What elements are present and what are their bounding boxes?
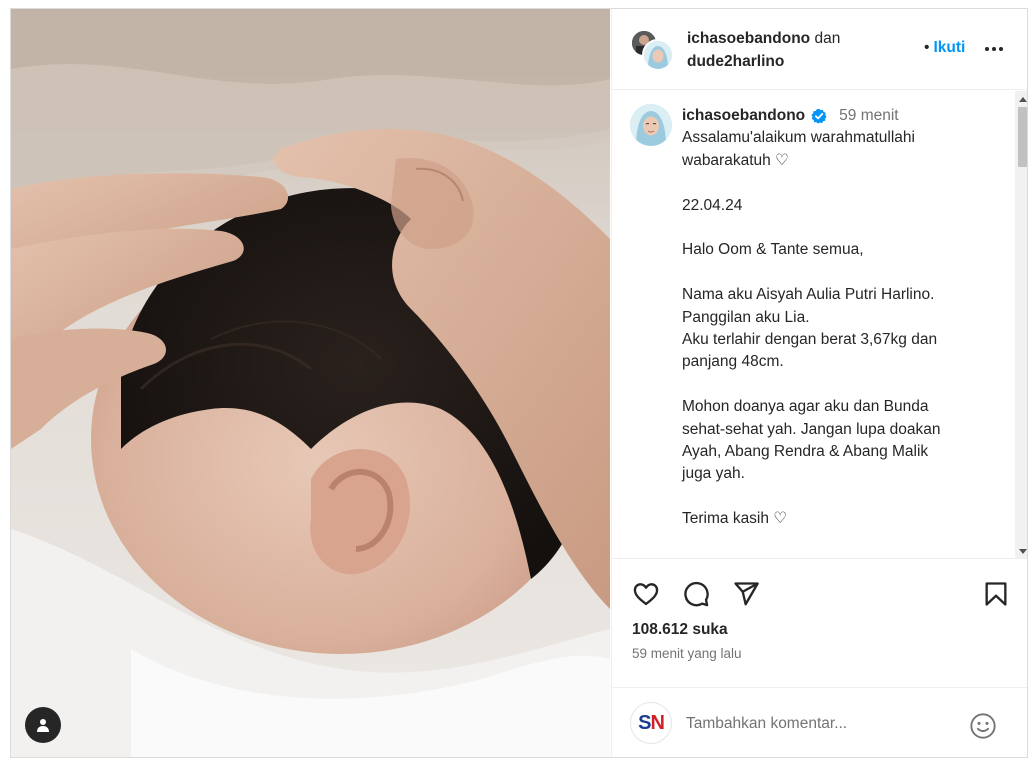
caption-line	[682, 262, 1002, 284]
user-tag-icon	[37, 719, 49, 732]
comment-bubble-icon	[684, 581, 709, 607]
commenter-avatar-logo[interactable]: SN	[630, 702, 672, 744]
follow-label: Ikuti	[933, 39, 966, 56]
caption-line: Aku terlahir dengan berat 3,67kg dan	[682, 331, 938, 349]
likes-count[interactable]: 108.612 suka	[632, 621, 728, 639]
post-side-panel: ichasoebandono dan dude2harlino •Ikuti	[611, 9, 1027, 757]
header-user1[interactable]: ichasoebandono	[687, 30, 810, 47]
caption-line: wabarakatuh ♡	[682, 151, 789, 169]
scroll-down-arrow-icon[interactable]	[1015, 544, 1027, 558]
caption-text: Assalamu'alaikum warahmatullahi wabarakat…	[682, 127, 1002, 530]
post-header: ichasoebandono dan dude2harlino • Ikuti	[612, 9, 1027, 90]
caption-line: Terima kasih ♡	[682, 510, 788, 528]
posted-time[interactable]: 59 menit yang lalu	[632, 646, 742, 661]
scroll-up-arrow-icon[interactable]	[1015, 91, 1027, 106]
header-usernames: ichasoebandono dan dude2harlino	[687, 27, 840, 73]
like-button[interactable]	[630, 578, 662, 610]
post-image[interactable]	[11, 9, 610, 757]
logo-letter-n: N	[650, 711, 664, 734]
collab-avatars[interactable]	[630, 29, 674, 71]
caption-line: Nama aku Aisyah Aulia Putri Harlino.	[682, 286, 935, 304]
post-photo-illustration	[11, 9, 610, 757]
caption-line: Panggilan aku Lia.	[682, 308, 810, 326]
caption-header: ichasoebandono 59 menit	[682, 105, 1002, 127]
caption-line: juga yah.	[682, 465, 745, 483]
follow-button[interactable]: • Ikuti	[924, 39, 965, 57]
caption-time[interactable]: 59 menit	[839, 105, 898, 127]
header-conjunction: dan	[814, 30, 841, 47]
comment-bar: SN	[612, 687, 1027, 757]
caption-line	[682, 374, 1002, 396]
caption-username[interactable]: ichasoebandono	[682, 105, 805, 127]
scrollbar-thumb[interactable]	[1018, 107, 1027, 167]
action-bar	[612, 560, 1027, 620]
caption-line: Halo Oom & Tante semua,	[682, 241, 864, 259]
caption-line: 22.04.24	[682, 196, 743, 214]
caption-line: Assalamu'alaikum warahmatullahi	[682, 129, 915, 147]
caption-line	[682, 486, 1002, 508]
header-user2[interactable]: dude2harlino	[687, 53, 784, 70]
caption-line: panjang 48cm.	[682, 353, 784, 371]
share-button[interactable]	[730, 578, 762, 610]
emoji-icon[interactable]	[969, 712, 997, 740]
comment-button[interactable]	[680, 578, 712, 610]
user-tag-button[interactable]	[25, 707, 61, 743]
more-options-icon[interactable]	[982, 39, 1006, 59]
caption-line: sehat-sehat yah. Jangan lupa doakan	[682, 420, 941, 438]
verified-badge-icon	[811, 108, 827, 124]
logo-letter-s: S	[638, 711, 651, 734]
post-dialog: ichasoebandono dan dude2harlino •Ikuti	[10, 8, 1028, 758]
paper-plane-icon	[734, 582, 759, 606]
caption-scrollbar[interactable]	[1015, 91, 1027, 558]
avatar-ichasoebandono[interactable]	[642, 39, 674, 71]
caption-avatar[interactable]	[630, 104, 672, 146]
caption-line: Mohon doanya agar aku dan Bunda	[682, 398, 929, 416]
caption-line	[682, 172, 1002, 194]
caption-scroll-area[interactable]: ichasoebandono 59 menit Assalamu'alaikum…	[612, 91, 1027, 559]
heart-icon	[633, 583, 659, 606]
bookmark-icon	[985, 582, 1007, 606]
caption-line	[682, 217, 1002, 239]
comment-input[interactable]	[686, 710, 956, 738]
caption-line: Ayah, Abang Rendra & Abang Malik	[682, 443, 929, 461]
follow-separator-dot: •	[924, 39, 930, 56]
caption-block: ichasoebandono 59 menit Assalamu'alaikum…	[682, 105, 1002, 531]
save-button[interactable]	[980, 578, 1012, 610]
